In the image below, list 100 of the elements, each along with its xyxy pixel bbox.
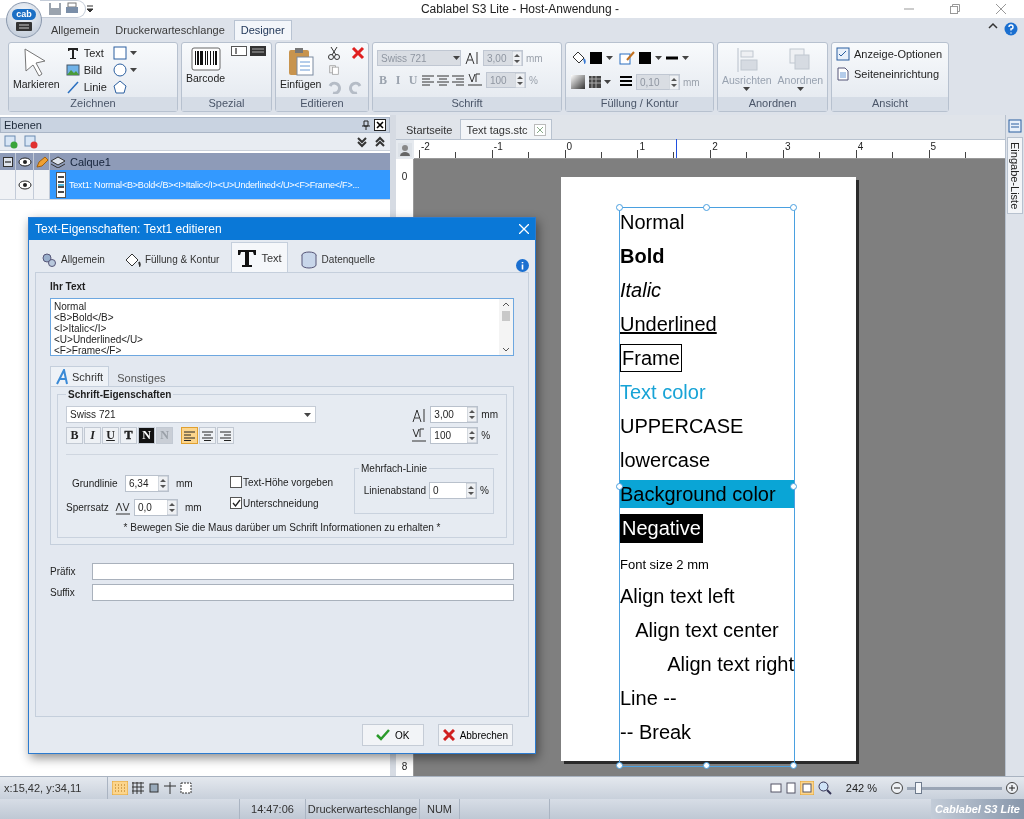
align-icon[interactable] — [422, 74, 434, 86]
align-icon[interactable] — [437, 74, 449, 86]
align-button[interactable] — [199, 427, 216, 444]
ok-button[interactable]: OK — [361, 724, 424, 746]
zoom-slider-thumb[interactable] — [915, 781, 923, 794]
grid-icon[interactable] — [132, 782, 144, 794]
align-icon[interactable] — [452, 74, 464, 86]
resize-handle[interactable] — [616, 204, 623, 211]
document-tab[interactable]: Text tags.stc — [460, 119, 552, 139]
pentagon-icon[interactable] — [112, 80, 127, 94]
resize-handle[interactable] — [703, 204, 710, 211]
zoom-page-icon[interactable] — [799, 781, 814, 795]
view-option-button[interactable]: Seiteneinrichtung — [836, 66, 943, 82]
zoom-out-icon[interactable] — [891, 782, 903, 794]
page-icon — [836, 67, 850, 81]
view-option-button[interactable]: Anzeige-Optionen — [836, 46, 943, 62]
delete-icon[interactable] — [351, 46, 366, 60]
checkmark-icon — [375, 729, 390, 741]
char-width-field[interactable]: 100 — [430, 427, 479, 444]
info-icon[interactable] — [516, 259, 529, 272]
object-snap-icon[interactable] — [180, 782, 192, 794]
close-icon[interactable] — [374, 119, 386, 131]
border-color-icon[interactable] — [638, 51, 652, 65]
dialog-tab[interactable]: Datenquelle — [293, 246, 381, 272]
format-button[interactable]: T — [120, 427, 137, 444]
align-button[interactable] — [181, 427, 198, 444]
fit-page-icon[interactable] — [785, 782, 796, 794]
print-icon[interactable] — [65, 2, 79, 16]
save-icon[interactable] — [48, 2, 62, 16]
checkbox[interactable] — [230, 497, 242, 509]
ribbon-tab[interactable]: Designer — [233, 20, 292, 40]
tool-button[interactable]: Text — [65, 46, 107, 60]
pin-icon[interactable] — [362, 120, 370, 130]
paint-bucket-icon[interactable] — [570, 50, 586, 66]
collapse-ribbon-icon[interactable] — [988, 22, 998, 30]
sub-tab[interactable]: Sonstiges — [111, 368, 172, 386]
checkbox[interactable] — [230, 476, 242, 488]
user-icon[interactable] — [398, 142, 412, 157]
collapse-all-icon[interactable] — [374, 135, 386, 148]
format-button[interactable]: U — [102, 427, 119, 444]
font-select[interactable]: Swiss 721 — [66, 406, 316, 423]
align-button[interactable] — [217, 427, 234, 444]
resize-handle[interactable] — [616, 483, 623, 490]
rectangle-tool-button[interactable] — [112, 46, 137, 60]
tool-button[interactable]: Bild — [65, 63, 107, 77]
fit-width-icon[interactable] — [769, 782, 782, 794]
cancel-button[interactable]: Abbrechen — [437, 724, 513, 746]
zoom-in-icon[interactable] — [1006, 782, 1018, 794]
add-layer-icon[interactable] — [4, 134, 18, 149]
side-panel-tab[interactable]: Eingabe-Liste — [1007, 137, 1023, 215]
letter-spacing-field[interactable]: 0,0 — [134, 499, 178, 516]
line-spacing-field[interactable]: 0 — [429, 482, 478, 499]
resize-handle[interactable] — [790, 762, 797, 769]
eye-icon — [17, 179, 32, 190]
fill-color-icon[interactable] — [589, 51, 603, 65]
format-button[interactable]: N — [138, 427, 155, 444]
ellipse-tool-button[interactable] — [112, 63, 137, 77]
format-button[interactable]: B — [66, 427, 83, 444]
ribbon-tab[interactable]: Druckerwarteschlange — [108, 20, 232, 40]
display-icon[interactable] — [250, 46, 267, 56]
gradient-icon[interactable] — [570, 74, 586, 90]
font-size-field[interactable]: 3,00 — [430, 406, 479, 423]
sub-tab[interactable]: Schrift — [50, 366, 110, 386]
text-field-icon[interactable] — [231, 46, 248, 56]
collapse-icon[interactable] — [2, 156, 13, 167]
select-button[interactable]: Markieren — [13, 46, 60, 94]
baseline-field[interactable]: 6,34 — [125, 475, 169, 492]
help-icon[interactable] — [1004, 22, 1018, 36]
prefix-field[interactable] — [92, 563, 514, 580]
layer-row[interactable]: Calque1 — [0, 153, 390, 170]
stack-icon — [788, 47, 813, 73]
suffix-field[interactable] — [92, 584, 514, 601]
char-width-icon — [411, 427, 428, 444]
grid-dots-icon[interactable] — [112, 781, 128, 795]
resize-handle[interactable] — [790, 204, 797, 211]
barcode-button[interactable]: Barcode — [186, 46, 226, 94]
resize-handle[interactable] — [616, 762, 623, 769]
label-text: Bold — [620, 245, 665, 267]
crosshair-icon[interactable] — [164, 782, 176, 794]
snap-icon[interactable] — [148, 782, 160, 794]
scissors-icon[interactable] — [327, 46, 342, 60]
delete-layer-icon[interactable] — [24, 134, 38, 149]
label-text: UPPERCASE — [620, 415, 744, 437]
resize-handle[interactable] — [703, 762, 710, 769]
tool-button[interactable]: Linie — [65, 80, 107, 94]
caret-icon — [604, 79, 611, 85]
dialog-tab[interactable]: Text — [231, 242, 288, 272]
pattern-icon[interactable] — [589, 76, 601, 88]
resize-handle[interactable] — [790, 483, 797, 490]
format-button[interactable]: I — [84, 427, 101, 444]
search-icon[interactable] — [817, 781, 832, 795]
dialog-tab[interactable]: Füllung & Kontur — [116, 246, 226, 272]
expand-all-icon[interactable] — [356, 135, 368, 148]
dialog-tab[interactable]: Allgemein — [35, 246, 111, 272]
paste-button[interactable]: Einfügen — [280, 46, 322, 94]
border-pen-icon[interactable] — [619, 50, 635, 66]
ribbon-tab[interactable]: Allgemein — [44, 20, 107, 40]
customize-caret-icon[interactable] — [86, 5, 94, 13]
document-tab[interactable]: Startseite — [400, 119, 459, 139]
text-area[interactable]: Normal <B>Bold</B> <I>Italic</I> <U>Underlined</U> <F>Frame</F> — [50, 298, 514, 356]
